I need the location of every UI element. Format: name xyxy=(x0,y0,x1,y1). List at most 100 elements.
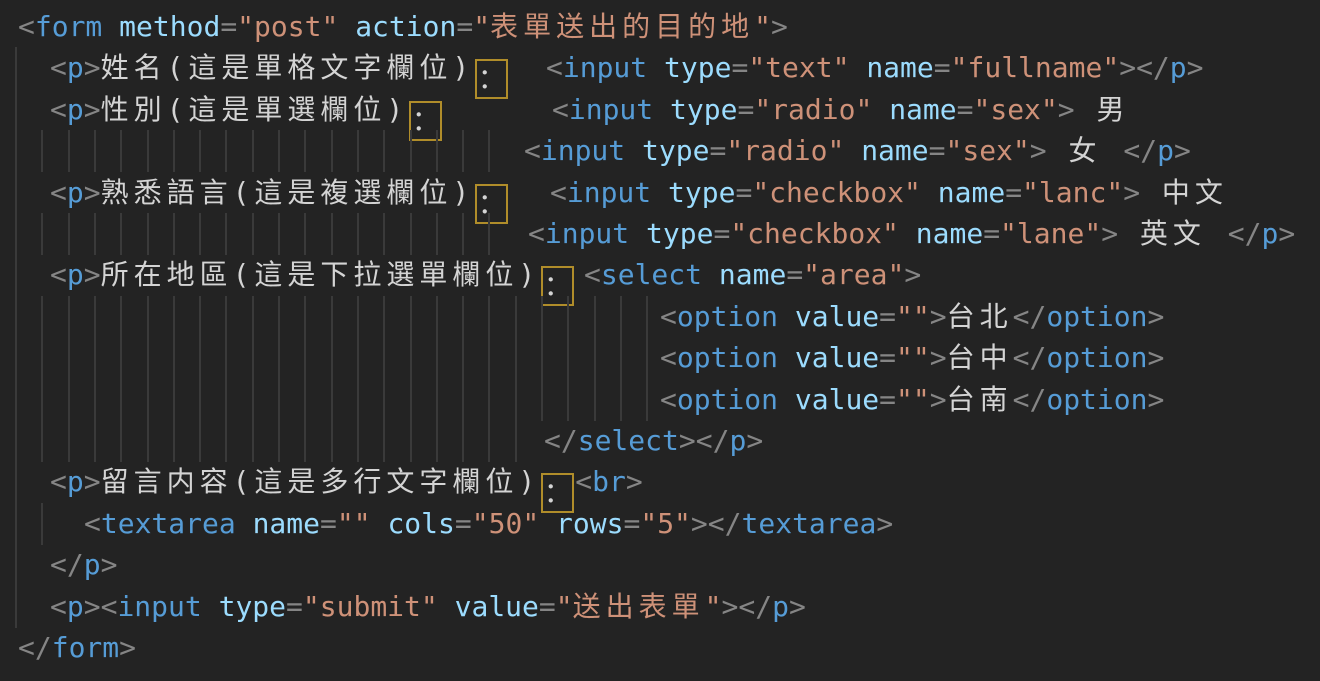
code-editor[interactable]: <form method="post" action="表單送出的目的地"><p… xyxy=(0,0,1320,681)
indent-guide xyxy=(567,337,569,379)
indent-guide xyxy=(120,420,122,462)
code-token: 姓名(這是單格文字欄位) xyxy=(101,51,475,84)
indent-guide xyxy=(147,213,149,255)
code-token: < xyxy=(584,258,601,291)
indent-guide xyxy=(68,213,70,255)
indent-guide xyxy=(304,296,306,338)
code-token xyxy=(438,590,455,623)
indent-guide xyxy=(410,213,412,255)
indent-guide xyxy=(410,420,412,462)
code-token: textarea xyxy=(101,507,236,540)
code-token: > xyxy=(84,176,101,209)
code-token: name xyxy=(253,507,320,540)
code-token: select xyxy=(578,424,679,457)
indent-guide xyxy=(462,130,464,172)
code-token: form xyxy=(52,631,119,664)
indent-guide xyxy=(173,296,175,338)
code-line-10: <option value="">台南</option> xyxy=(0,379,1320,421)
code-token: type xyxy=(219,590,286,623)
indent-guide xyxy=(173,379,175,421)
code-token: < xyxy=(660,341,677,374)
code-segment: <input type="checkbox" name="lanc"> 中文 xyxy=(550,172,1228,213)
code-segment: </select></p> xyxy=(544,420,763,461)
code-token: "radio" xyxy=(726,134,844,167)
code-token: input xyxy=(567,176,651,209)
code-token: p xyxy=(1262,217,1279,250)
code-token: < xyxy=(50,465,67,498)
code-token: name xyxy=(861,134,928,167)
code-token: = xyxy=(455,507,472,540)
code-segment: <input type="radio" name="sex"> 女 </p> xyxy=(524,130,1191,171)
code-token: name xyxy=(889,93,956,126)
code-token: 表單送出的目的地 xyxy=(490,10,754,43)
code-token: < xyxy=(550,176,567,209)
indent-guide xyxy=(15,172,17,214)
code-token: p xyxy=(772,590,789,623)
code-token: > xyxy=(1148,341,1165,374)
indent-guide xyxy=(620,296,622,338)
code-token: name xyxy=(866,51,933,84)
code-token: > xyxy=(1119,51,1136,84)
indent-guide xyxy=(515,420,517,462)
code-line-3: <p>性別(這是單選欄位)：<input type="radio" name="… xyxy=(0,89,1320,131)
code-token: < xyxy=(84,507,101,540)
code-token xyxy=(202,590,219,623)
indent-guide xyxy=(225,296,227,338)
indent-guide xyxy=(462,213,464,255)
indent-guide xyxy=(488,296,490,338)
code-token: = xyxy=(709,134,726,167)
code-token xyxy=(338,10,355,43)
code-segment: <textarea name="" cols="50" rows="5"></t… xyxy=(84,503,893,544)
code-token: "post" xyxy=(237,10,338,43)
code-token: 英文 xyxy=(1118,217,1228,250)
code-token xyxy=(844,134,861,167)
code-token: > xyxy=(722,590,739,623)
indent-guide xyxy=(436,130,438,172)
indent-guide xyxy=(331,296,333,338)
indent-guide xyxy=(252,213,254,255)
code-token: > xyxy=(771,10,788,43)
indent-guide xyxy=(15,544,17,586)
indent-guide xyxy=(15,89,17,131)
indent-guide xyxy=(147,130,149,172)
indent-guide xyxy=(252,337,254,379)
code-token xyxy=(778,341,795,374)
indent-guide xyxy=(41,503,43,545)
code-token: </ xyxy=(18,631,52,664)
code-token: p xyxy=(67,93,84,126)
indent-guide xyxy=(357,420,359,462)
indent-guide xyxy=(436,337,438,379)
code-token: > xyxy=(876,507,893,540)
indent-guide xyxy=(15,420,17,462)
code-token: > xyxy=(679,424,696,457)
indent-guide xyxy=(15,213,17,255)
indent-guide xyxy=(15,379,17,421)
code-token: </ xyxy=(1136,51,1170,84)
code-token: "radio" xyxy=(754,93,872,126)
code-token: cols xyxy=(387,507,454,540)
indent-guide xyxy=(462,379,464,421)
indent-guide xyxy=(488,337,490,379)
indent-guide xyxy=(147,296,149,338)
code-token: option xyxy=(677,383,778,416)
code-token: </ xyxy=(544,424,578,457)
indent-guide xyxy=(383,337,385,379)
code-token xyxy=(625,134,642,167)
code-token: name xyxy=(938,176,1005,209)
code-token: 台北 xyxy=(947,300,1013,333)
code-token: name xyxy=(916,217,983,250)
indent-guide xyxy=(541,379,543,421)
code-token: "area" xyxy=(803,258,904,291)
code-token: p xyxy=(67,176,84,209)
indent-guide xyxy=(15,130,17,172)
code-token: type xyxy=(646,217,713,250)
indent-guide xyxy=(278,213,280,255)
indent-guide xyxy=(304,420,306,462)
code-line-15: <p><input type="submit" value="送出表單"></p… xyxy=(0,586,1320,628)
code-token: p xyxy=(1157,134,1174,167)
code-token: = xyxy=(879,383,896,416)
indent-guide xyxy=(41,379,43,421)
code-token xyxy=(102,10,119,43)
indent-guide xyxy=(173,130,175,172)
code-token: = xyxy=(929,134,946,167)
